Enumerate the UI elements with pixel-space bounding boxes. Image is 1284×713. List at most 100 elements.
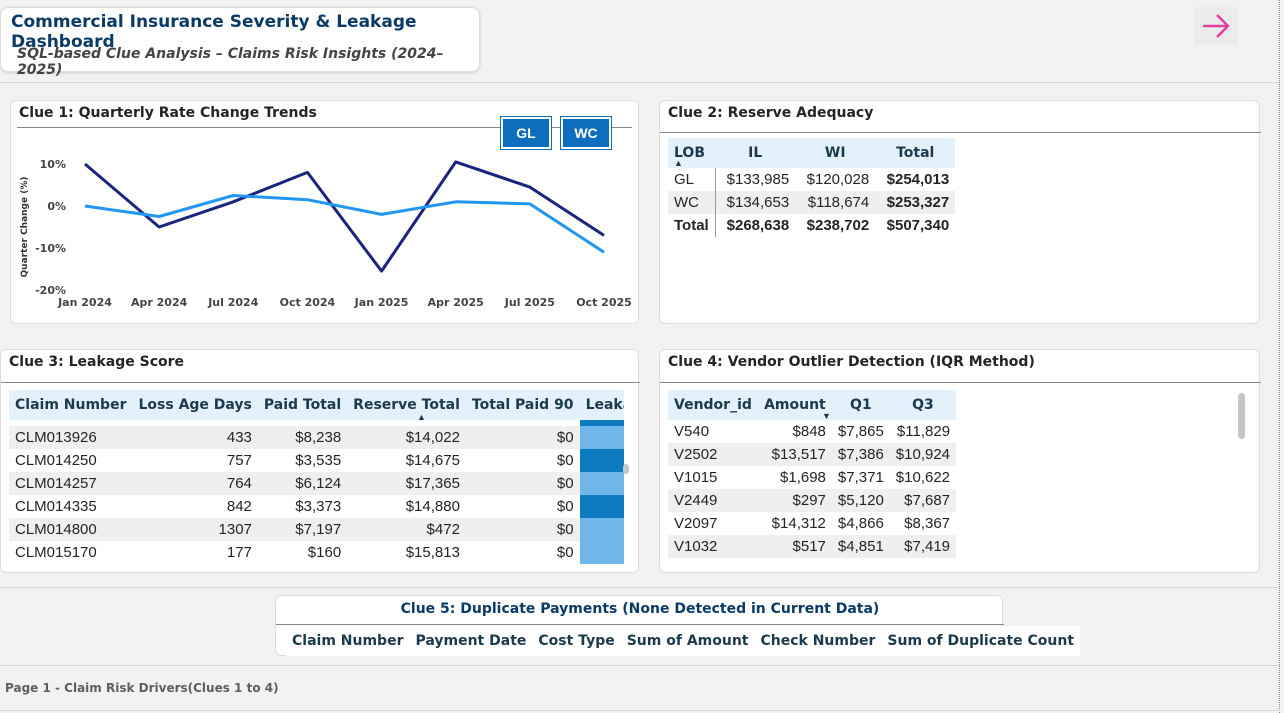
wi-cell: $120,028 bbox=[795, 168, 876, 191]
leakage-score-cell: 1.50 bbox=[579, 495, 624, 518]
leakage-header-row: Claim Number Loss Age Days Paid Total Re… bbox=[9, 390, 624, 420]
y-tick-label: 10% bbox=[40, 158, 66, 171]
claim-number-cell: CLM014800 bbox=[9, 518, 133, 541]
vendor-id-cell: V540 bbox=[668, 420, 758, 443]
clue4-scrollbar[interactable] bbox=[1238, 393, 1245, 439]
arrow-right-icon bbox=[1203, 14, 1230, 38]
col-paid-total[interactable]: Paid Total bbox=[257, 390, 348, 420]
col-reserve-total[interactable]: Reserve Total bbox=[347, 390, 466, 420]
header-divider bbox=[0, 82, 1280, 83]
col-vendor-id[interactable]: Vendor_id bbox=[668, 390, 758, 420]
q1-cell: $5,120 bbox=[831, 489, 890, 512]
table-row: GL $133,985 $120,028 $254,013 bbox=[668, 168, 956, 191]
wi-cell: $238,702 bbox=[795, 214, 876, 237]
duplicate-payments-table: Claim Number Payment Date Cost Type Sum … bbox=[286, 626, 1081, 656]
leakage-table: Claim Number Loss Age Days Paid Total Re… bbox=[9, 390, 624, 564]
col-sum-duplicate-count[interactable]: Sum of Duplicate Count bbox=[881, 626, 1081, 656]
table-row[interactable]: CLM015170177$160$15,813$00.50 bbox=[9, 541, 624, 564]
rate-change-chart: 10%0%-10%-20%Jan 2024 Apr 2024 Jul 2024 Oct… bbox=[20, 158, 632, 309]
reserve-total-cell: $14,022 bbox=[347, 426, 466, 449]
wi-cell: $118,674 bbox=[795, 191, 876, 214]
q1-cell: $7,371 bbox=[831, 466, 890, 489]
table-row[interactable]: V2502 $13,517 $7,386 $10,924 bbox=[668, 443, 957, 466]
clue2-card: Clue 2: Reserve Adequacy LOB IL WI Total… bbox=[659, 100, 1261, 324]
claim-number-cell: CLM014250 bbox=[9, 449, 133, 472]
col-cost-type[interactable]: Cost Type bbox=[532, 626, 621, 656]
table-row[interactable]: CLM013926433$8,238$14,022$00.50 bbox=[9, 426, 624, 449]
q3-cell: $7,687 bbox=[889, 489, 957, 512]
vendor-id-cell: V2097 bbox=[668, 512, 758, 535]
x-tick-label: Jul 2025 bbox=[504, 296, 555, 309]
right-edge-dotted bbox=[1279, 0, 1280, 713]
page-subtitle: SQL-based Clue Analysis – Claims Risk In… bbox=[17, 46, 444, 78]
claim-number-cell: CLM014257 bbox=[9, 472, 133, 495]
col-check-number[interactable]: Check Number bbox=[754, 626, 882, 656]
table-row[interactable]: CLM014257764$6,124$17,365$00.50 bbox=[9, 472, 624, 495]
loss-age-cell: 764 bbox=[132, 472, 258, 495]
x-tick-label: Apr 2024 bbox=[131, 296, 188, 309]
loss-age-cell: 842 bbox=[132, 495, 258, 518]
page-tab-label[interactable]: Page 1 - Claim Risk Drivers(Clues 1 to 4… bbox=[5, 681, 279, 695]
total-cell: $507,340 bbox=[875, 214, 956, 237]
paid-total-cell: $6,124 bbox=[257, 472, 348, 495]
x-tick-label: Jul 2024 bbox=[207, 296, 258, 309]
leakage-score-cell: 1.50 bbox=[579, 449, 624, 472]
col-q3[interactable]: Q3 bbox=[889, 390, 957, 420]
table-row[interactable]: V1032 $517 $4,851 $7,419 bbox=[668, 535, 957, 558]
col-claim-number[interactable]: Claim Number bbox=[9, 390, 133, 420]
leakage-score-cell: 0.50 bbox=[579, 541, 624, 564]
loss-age-cell: 177 bbox=[132, 541, 258, 564]
col-il[interactable]: IL bbox=[715, 138, 796, 168]
reserve-header-row: LOB IL WI Total bbox=[668, 138, 956, 168]
q1-cell: $4,851 bbox=[831, 535, 890, 558]
col-amount[interactable]: Amount bbox=[757, 390, 832, 420]
table-row[interactable]: CLM014335842$3,373$14,880$01.50 bbox=[9, 495, 624, 518]
paid-total-cell: $8,238 bbox=[257, 426, 348, 449]
table-row[interactable]: CLM014250757$3,535$14,675$01.50 bbox=[9, 449, 624, 472]
q1-cell: $4,866 bbox=[831, 512, 890, 535]
col-claim-number[interactable]: Claim Number bbox=[286, 626, 410, 656]
total-paid-90-cell: $0 bbox=[465, 541, 580, 564]
claim-number-cell: CLM014335 bbox=[9, 495, 133, 518]
lob-cell: GL bbox=[668, 168, 716, 191]
vendor-header-row: Vendor_id Amount Q1 Q3 bbox=[668, 390, 957, 420]
table-row[interactable]: V1015 $1,698 $7,371 $10,622 bbox=[668, 466, 957, 489]
next-page-button[interactable] bbox=[1194, 7, 1238, 45]
lob-cell: Total bbox=[668, 214, 716, 237]
mid-divider bbox=[0, 587, 1280, 588]
amount-cell: $848 bbox=[757, 420, 832, 443]
col-total[interactable]: Total bbox=[875, 138, 956, 168]
leakage-score-cell: 0.50 bbox=[579, 518, 624, 541]
col-q1[interactable]: Q1 bbox=[831, 390, 890, 420]
x-tick-label: Apr 2025 bbox=[428, 296, 484, 309]
x-tick-label: Jan 2024 bbox=[57, 296, 112, 309]
claim-number-cell: CLM015170 bbox=[9, 541, 133, 564]
col-loss-age-days[interactable]: Loss Age Days bbox=[132, 390, 258, 420]
col-wi[interactable]: WI bbox=[795, 138, 876, 168]
col-sum-of-amount[interactable]: Sum of Amount bbox=[620, 626, 755, 656]
vendor-id-cell: V1015 bbox=[668, 466, 758, 489]
clue3-table-viewport[interactable]: Claim Number Loss Age Days Paid Total Re… bbox=[9, 390, 624, 568]
col-leakage-score[interactable]: Leakage Score bbox=[579, 390, 624, 420]
clue4-card: Clue 4: Vendor Outlier Detection (IQR Me… bbox=[659, 349, 1261, 573]
clue3-scrollbar[interactable] bbox=[623, 464, 629, 474]
amount-cell: $517 bbox=[757, 535, 832, 558]
x-tick-label: Oct 2024 bbox=[280, 296, 336, 309]
table-row[interactable]: V540 $848 $7,865 $11,829 bbox=[668, 420, 957, 443]
col-payment-date[interactable]: Payment Date bbox=[409, 626, 533, 656]
total-paid-90-cell: $0 bbox=[465, 518, 580, 541]
table-row: WC $134,653 $118,674 $253,327 bbox=[668, 191, 956, 214]
amount-cell: $14,312 bbox=[757, 512, 832, 535]
title-card: Commercial Insurance Severity & Leakage … bbox=[0, 7, 480, 78]
table-row[interactable]: V2097 $14,312 $4,866 $8,367 bbox=[668, 512, 957, 535]
clue5-title: Clue 5: Duplicate Payments (None Detecte… bbox=[400, 601, 880, 617]
clue1-card: Clue 1: Quarterly Rate Change Trends GL … bbox=[10, 100, 639, 324]
total-cell: $253,327 bbox=[875, 191, 956, 214]
y-tick-label: -10% bbox=[35, 242, 66, 255]
table-row[interactable]: V2449 $297 $5,120 $7,687 bbox=[668, 489, 957, 512]
reserve-total-cell: $14,675 bbox=[347, 449, 466, 472]
il-cell: $133,985 bbox=[715, 168, 796, 191]
q3-cell: $8,367 bbox=[889, 512, 957, 535]
table-row[interactable]: CLM0148001307$7,197$472$00.50 bbox=[9, 518, 624, 541]
col-total-paid-90[interactable]: Total Paid 90 bbox=[465, 390, 580, 420]
